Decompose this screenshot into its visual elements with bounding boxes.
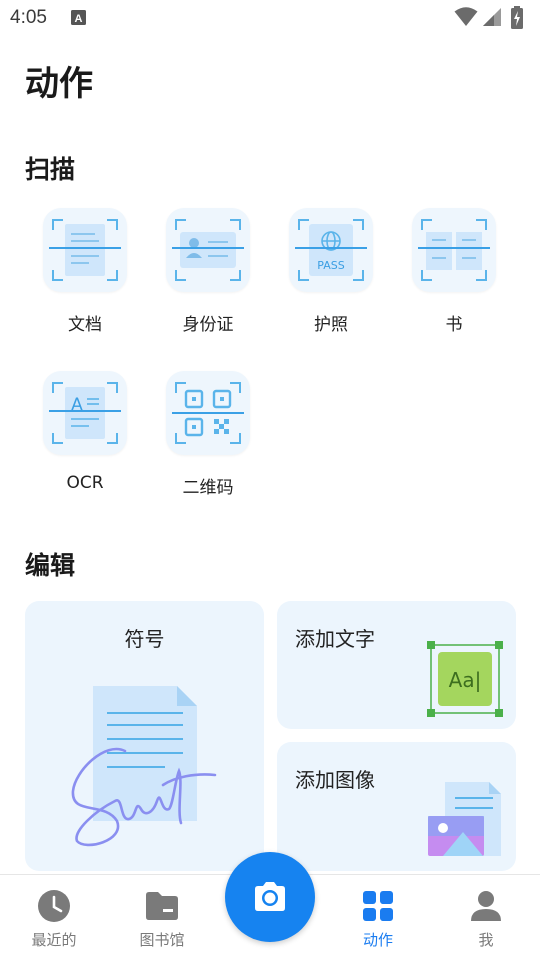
scan-qr-code-tile[interactable]: 二维码 (156, 371, 260, 498)
scan-qr-code-label: 二维码 (182, 478, 234, 498)
book-scan-icon (412, 208, 496, 292)
scan-ocr-label: OCR (66, 473, 104, 493)
passport-icon-text: PASS (317, 259, 344, 272)
scan-document-label: 文档 (68, 315, 102, 335)
scan-document-tile[interactable]: 文档 (33, 208, 137, 335)
status-bar: 4:05 A (0, 0, 540, 36)
scan-passport-label: 护照 (314, 315, 348, 335)
scan-section-title: 扫描 (25, 155, 76, 184)
scan-book-tile[interactable]: 书 (402, 208, 506, 335)
grid-icon (363, 891, 393, 921)
add-image-illustration (428, 782, 501, 856)
add-image-card[interactable]: 添加图像 (277, 742, 516, 871)
person-icon (471, 891, 501, 921)
signature-illustration (71, 686, 217, 847)
edit-section-title: 编辑 (25, 551, 76, 580)
wifi-icon (454, 7, 478, 26)
clock-icon (38, 890, 70, 922)
page-title: 动作 (25, 64, 93, 104)
scan-passport-tile[interactable]: PASS 护照 (279, 208, 383, 335)
nav-library-label: 图书馆 (139, 931, 185, 949)
nav-library[interactable]: 图书馆 (117, 875, 207, 960)
scan-id-card-tile[interactable]: 身份证 (156, 208, 260, 335)
status-time: 4:05 (10, 7, 47, 28)
scan-id-card-label: 身份证 (182, 315, 234, 335)
add-text-card[interactable]: 添加文字 Aa| (277, 601, 516, 729)
document-scan-icon (43, 208, 127, 292)
scan-book-label: 书 (445, 315, 463, 335)
signature-card-title: 符号 (124, 627, 165, 651)
nav-actions-label: 动作 (362, 931, 393, 949)
a-icon: A (71, 10, 86, 25)
add-text-icon-text: Aa| (449, 668, 482, 692)
qr-code-scan-icon (166, 371, 250, 455)
ocr-scan-icon: A (43, 371, 127, 455)
nav-recent-label: 最近的 (31, 931, 77, 949)
signature-card[interactable]: 符号 (25, 601, 264, 871)
folder-icon (146, 892, 178, 920)
passport-scan-icon: PASS (289, 208, 373, 292)
camera-icon (255, 882, 285, 911)
battery-charging-icon (511, 6, 523, 29)
signal-icon (483, 8, 501, 26)
camera-button[interactable] (225, 852, 315, 942)
svg-text:A: A (75, 13, 83, 25)
id-card-scan-icon (166, 208, 250, 292)
add-text-card-title: 添加文字 (295, 627, 375, 651)
add-image-card-title: 添加图像 (295, 768, 375, 792)
nav-me-label: 我 (478, 931, 494, 949)
nav-recent[interactable]: 最近的 (9, 875, 99, 960)
nav-me[interactable]: 我 (441, 875, 531, 960)
add-text-illustration: Aa| (427, 641, 503, 717)
nav-actions[interactable]: 动作 (333, 875, 423, 960)
scan-ocr-tile[interactable]: A OCR (33, 371, 137, 493)
